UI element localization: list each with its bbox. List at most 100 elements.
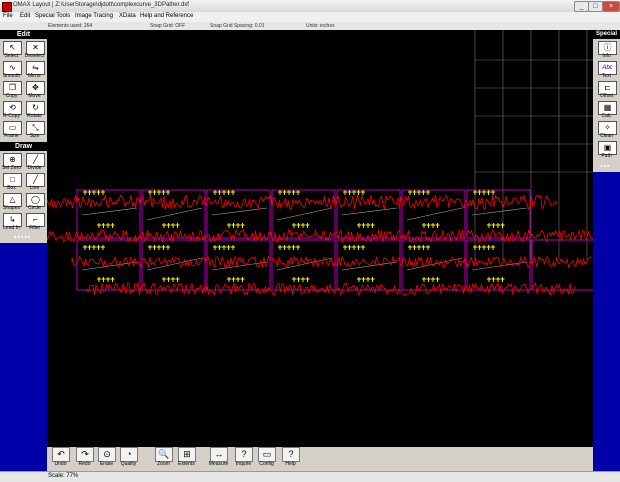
lead-in-marker [426, 277, 431, 282]
lead-in-marker [87, 245, 92, 250]
lead-in-marker [357, 223, 361, 228]
lead-in-marker [486, 190, 491, 195]
help-icon: ? [282, 447, 300, 462]
tool-set-zero[interactable]: ⊕ Set Zero [1, 153, 22, 172]
lead-in-marker [301, 277, 305, 282]
tool-label: Redo [78, 461, 91, 467]
config-icon: ▭ [258, 447, 276, 462]
erase-icon: ⊙ [98, 447, 116, 462]
lead-in-marker [175, 277, 180, 282]
tool-measure[interactable]: ↔ Measure [207, 447, 230, 469]
close-button[interactable]: × [602, 1, 620, 12]
tool-box[interactable]: □ Box [1, 173, 22, 192]
tool-undo[interactable]: ↶ Undo [49, 447, 72, 469]
tool-text[interactable]: Abc Text [596, 61, 617, 80]
lead-in-marker [226, 190, 231, 195]
tool-r-copy[interactable]: ⟲ R-Copy [1, 101, 22, 120]
tool-label: Inquire [235, 461, 252, 467]
tool-size[interactable]: ⤡ Size [24, 121, 45, 140]
tool-inquire[interactable]: ? Inquire [232, 447, 255, 469]
tool-label: Config [259, 461, 274, 467]
tool-info[interactable]: ⓘ Info [596, 41, 617, 60]
tool-lead-in[interactable]: ↳ Lead In [1, 213, 22, 232]
tool-erase[interactable]: ⊙ Erase [95, 447, 118, 469]
lead-in-marker [305, 277, 310, 282]
window-title: OMAX Layout | Z:\UserStorage\djdott\comp… [13, 2, 189, 8]
special-palette: Special ⓘ Info Abc Text ⊏ Offset ▦ Calc ✧ Clean ▣ P… [593, 30, 620, 172]
tool-zoom[interactable]: 🔍 Zoom [152, 447, 175, 469]
lead-in-marker [166, 190, 170, 195]
lead-in-marker [491, 223, 496, 228]
tool-label: Size [29, 133, 40, 139]
lead-in-marker [101, 277, 106, 282]
lead-in-marker [361, 245, 365, 250]
tool-deselect[interactable]: ✕ Deselect [24, 41, 45, 60]
lead-in-marker [152, 245, 157, 250]
special-more-dots[interactable]: ▪▪▪ [600, 163, 610, 170]
drawing-canvas[interactable] [47, 30, 593, 447]
tool-help[interactable]: ? Help [279, 447, 302, 469]
maximize-button[interactable]: □ [588, 1, 603, 12]
menu-file[interactable]: File [3, 13, 13, 19]
drawing-svg [47, 30, 593, 296]
lead-in-marker [408, 245, 412, 250]
menu-image-tracing[interactable]: Image Tracing [75, 13, 113, 19]
menu-edit[interactable]: Edit [20, 13, 30, 19]
tool-offset[interactable]: ⊏ Offset [596, 81, 617, 100]
tool-redo[interactable]: ↷ Redo [73, 447, 96, 469]
tool-label: Calc [601, 113, 612, 119]
tool-label: Clean [599, 133, 614, 139]
lead-in-marker [343, 190, 347, 195]
menu-help[interactable]: Help and Reference [140, 13, 193, 19]
tool-move[interactable]: ✥ Move [24, 81, 45, 100]
tool-select[interactable]: ↖ Select [1, 41, 22, 60]
lead-in-marker [426, 190, 430, 195]
part-outline [206, 239, 271, 291]
lead-in-marker [231, 245, 235, 250]
lead-in-marker [278, 190, 282, 195]
lead-in-marker [366, 277, 370, 282]
cut-band-3 [71, 254, 593, 269]
lead-in-marker [292, 277, 296, 282]
tool-circle[interactable]: ◯ Circle [24, 193, 45, 212]
lead-in-marker [431, 277, 435, 282]
tool-clean[interactable]: ✧ Clean [596, 121, 617, 140]
lead-in-marker [296, 190, 300, 195]
lead-in-marker [296, 223, 301, 228]
minimize-button[interactable]: _ [574, 1, 589, 12]
tool-mirror[interactable]: ⇋ Mirror [24, 61, 45, 80]
tool-label: Quality [120, 461, 137, 467]
tool-calc[interactable]: ▦ Calc [596, 101, 617, 120]
lead-in-marker [482, 245, 486, 250]
lead-in-marker [217, 245, 222, 250]
lead-in-marker [227, 223, 231, 228]
tool-shapes[interactable]: △ Shapes [1, 193, 22, 212]
extents-icon: ⊞ [178, 447, 196, 462]
tool-label: Erase [99, 461, 114, 467]
lead-in-marker [357, 277, 361, 282]
tool-divide[interactable]: ╱ Divide [24, 153, 45, 172]
tool-frame[interactable]: ▭ Frame [1, 121, 22, 140]
palette-more-dots[interactable]: ▪▪▪▪▪ [14, 234, 31, 241]
menu-xdata[interactable]: XData [119, 13, 136, 19]
lead-in-marker [240, 223, 245, 228]
tool-smooth[interactable]: ∿ Smooth [1, 61, 22, 80]
tool-path[interactable]: ▣ Path [596, 141, 617, 160]
part-outline [336, 189, 401, 239]
tool-fillet[interactable]: ⌐ Fillet [24, 213, 45, 232]
tool-label: Smooth [2, 73, 21, 79]
tool-extents[interactable]: ⊞ Extents [175, 447, 198, 469]
tool-copy[interactable]: ❐ Copy [1, 81, 22, 100]
tool-label: Frame [4, 133, 19, 139]
cut-path-line [81, 207, 138, 216]
lead-in-marker [412, 245, 417, 250]
tool-config[interactable]: ▭ Config [255, 447, 278, 469]
tool-line[interactable]: ╱ Line [24, 173, 45, 192]
tool-rotate[interactable]: ↻ Rotate [24, 101, 45, 120]
tool-label: Zoom [157, 461, 170, 467]
lead-in-marker [500, 223, 505, 228]
measure-icon: ↔ [210, 447, 228, 462]
tool-quality[interactable]: ◔ Quality [117, 447, 140, 469]
lead-in-marker [87, 190, 92, 195]
menu-special-tools[interactable]: Special Tools [35, 13, 70, 19]
